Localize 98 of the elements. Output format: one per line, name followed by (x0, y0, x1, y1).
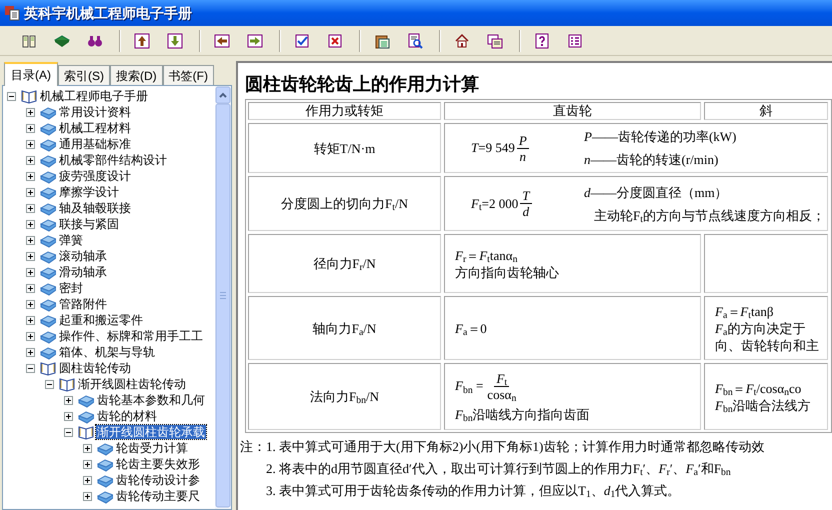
tree-item[interactable]: 轴及轴毂联接 (58, 201, 132, 215)
column-header: 直齿轮 (444, 102, 701, 120)
cell-text: F$_{bn}$＝F$_{t}$/cosα$_{n}$co (715, 380, 802, 396)
expand-icon[interactable] (26, 316, 35, 324)
tree-item[interactable]: 箱体、机架与导轨 (58, 345, 156, 359)
cell-text: F$_{a}$的方向决定于 (715, 320, 806, 336)
tree-item[interactable]: 齿轮基本参数和几何 (96, 393, 206, 407)
tree-item[interactable]: 轮齿主要失效形 (115, 457, 201, 471)
list-icon (566, 32, 582, 48)
cell-text: 2. 将表中的d用节圆直径d′代入，取出可计算行到节圆上的作用力F$_{t}$′、F$_{r}$′、F$_{a}$′和F$_{bn}$ (266, 460, 732, 480)
tree-item[interactable]: 滚动轴承 (58, 249, 108, 263)
expand-icon[interactable] (26, 284, 35, 292)
cell-text: F$_{a}$＝0 (455, 320, 488, 336)
cell-text: 转矩T/N·m (314, 140, 376, 156)
cell-text: 方向指向齿轮轴心 (455, 264, 560, 280)
expand-icon[interactable] (26, 252, 35, 260)
tree-item[interactable]: 弹簧 (58, 233, 84, 247)
expand-icon[interactable] (83, 460, 92, 468)
collapse-icon[interactable] (7, 92, 16, 100)
tree-item[interactable]: 机械零部件结构设计 (58, 153, 168, 167)
expand-icon[interactable] (26, 236, 35, 244)
clipboard-icon (374, 32, 390, 48)
note-label: 注： (240, 438, 266, 456)
cell-text: 轴向力F$_{a}$/N (312, 320, 376, 336)
cell-text: 3. 表中算式可用于齿轮齿条传动的作用力计算，但应以T$_{1}$、d$_{1}$代入算式。 (266, 482, 682, 502)
expand-icon[interactable] (26, 140, 35, 148)
cell-text: F$_{a}$＝F$_{t}$tanβ (715, 302, 774, 320)
cell-text: 向、齿轮转向和主 (715, 336, 820, 354)
expand-icon[interactable] (26, 300, 35, 308)
tree-item[interactable]: 轮齿受力计算 (115, 441, 189, 455)
document-search-icon (406, 32, 422, 48)
tree-item[interactable]: 摩擦学设计 (58, 185, 120, 199)
tree-item[interactable]: 起重和搬运零件 (58, 313, 144, 327)
tree-item[interactable]: 机械工程材料 (58, 121, 132, 135)
collapse-icon[interactable] (26, 364, 35, 372)
tree-item[interactable]: 齿轮传动设计参 (115, 473, 201, 487)
open-book-icon (40, 360, 56, 376)
column-header: 作用力或转矩 (248, 102, 441, 120)
delete-document-icon (326, 32, 342, 48)
cell-text: 主动轮F$_{t}$的方向与节点线速度方向相反； (593, 206, 825, 224)
cell-text: n——齿轮的转速(r/min) (584, 151, 720, 168)
expand-icon[interactable] (26, 172, 35, 180)
page-heading: 圆柱齿轮轮齿上的作用力计算 (245, 73, 480, 95)
expand-icon[interactable] (64, 396, 73, 404)
expand-icon[interactable] (64, 412, 73, 420)
cell-text: d——分度圆直径（mm） (584, 184, 729, 200)
book-icon (20, 32, 36, 48)
cell-text: F$_{bn}$沿啮线方向指向齿面 (455, 406, 591, 422)
expand-icon[interactable] (26, 204, 35, 212)
expand-icon[interactable] (26, 156, 35, 164)
help-icon (534, 32, 550, 48)
tree-item[interactable]: 齿轮的材料 (96, 409, 158, 423)
cell-text: F$_{r}$＝F$_{t}$tanα$_{n}$ (455, 246, 518, 264)
book-icon (54, 32, 70, 48)
cell-text: 分度圆上的切向力F$_{t}$/N (281, 195, 408, 212)
tree-item[interactable]: 渐开线圆柱齿轮传动 (77, 377, 187, 391)
collapse-icon[interactable] (45, 380, 54, 388)
tree-item[interactable]: 疲劳强度设计 (58, 169, 132, 183)
expand-icon[interactable] (26, 268, 35, 276)
tree-item[interactable]: 机械工程师电子手册 (39, 89, 149, 103)
cell-text: 1. 表中算式可通用于大(用下角标2)小(用下角标1)齿轮；计算作用力时通常都忽略传动效 (266, 438, 764, 456)
app-icon (4, 5, 20, 21)
open-book-icon (21, 88, 37, 104)
open-book-icon (59, 376, 75, 392)
cell-text: 径向力F$_{r}$/N (313, 255, 376, 272)
expand-icon[interactable] (83, 444, 92, 452)
tree-item[interactable]: 齿轮传动主要尺 (115, 489, 201, 503)
collapse-icon[interactable] (64, 428, 73, 436)
expand-icon[interactable] (26, 108, 35, 116)
tree-item[interactable]: 密封 (58, 281, 84, 295)
cell-text: P——齿轮传递的功率(kW) (584, 128, 736, 145)
cell-text: F$_{bn}$沿啮合法线方 (715, 396, 812, 414)
home-icon (454, 32, 470, 48)
expand-icon[interactable] (26, 348, 35, 356)
tree-item[interactable]: 常用设计资料 (58, 105, 132, 119)
tree-item[interactable]: 圆柱齿轮传动 (58, 361, 132, 375)
tab[interactable]: 书签(F) (162, 65, 214, 85)
open-book-icon (78, 424, 94, 440)
expand-icon[interactable] (26, 124, 35, 132)
tree-item[interactable]: 联接与紧固 (58, 217, 120, 231)
tab[interactable]: 索引(S) (58, 65, 110, 85)
expand-icon[interactable] (26, 332, 35, 340)
tree-item[interactable]: 管路附件 (58, 297, 108, 311)
tab[interactable]: 目录(A) (4, 62, 58, 86)
tree-item[interactable]: 操作件、标牌和常用手工工 (58, 329, 204, 343)
expand-icon[interactable] (26, 220, 35, 228)
tab[interactable]: 搜索(D) (110, 65, 163, 85)
expand-icon[interactable] (83, 492, 92, 500)
documents-icon (486, 32, 502, 48)
cell-text: 法向力F$_{bn}$/N (310, 388, 379, 405)
tree-item[interactable]: 渐开线圆柱齿轮承载 (96, 425, 206, 439)
window-title: 英科宇机械工程师电子手册 (24, 4, 192, 22)
tree-item[interactable]: 滑动轴承 (58, 265, 108, 279)
expand-icon[interactable] (83, 476, 92, 484)
tree-item[interactable]: 通用基础标准 (58, 137, 132, 151)
column-header: 斜 (704, 102, 828, 120)
check-document-icon (294, 32, 310, 48)
expand-icon[interactable] (26, 188, 35, 196)
